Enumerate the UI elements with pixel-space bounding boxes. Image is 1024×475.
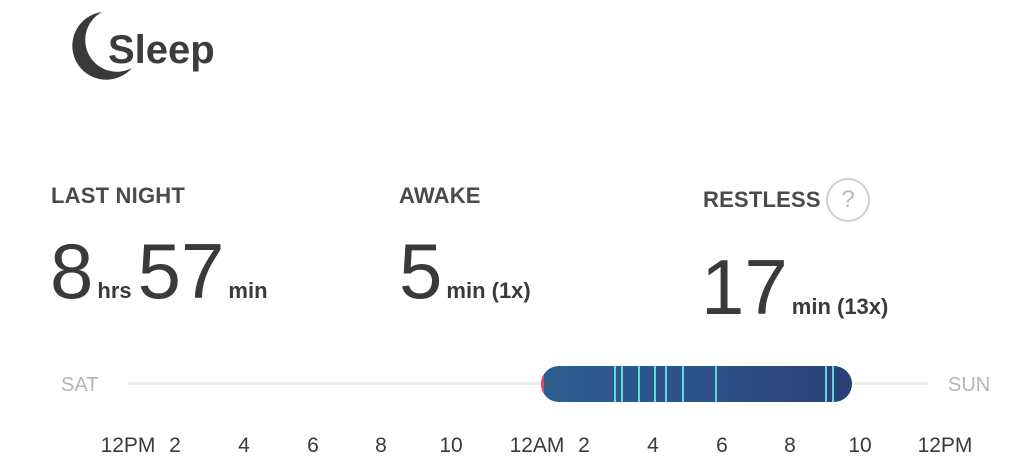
restless-marker xyxy=(614,366,616,402)
hours-value: 8 xyxy=(50,227,94,315)
start-day-label: SAT xyxy=(61,374,99,396)
time-tick: 6 xyxy=(307,434,319,457)
time-tick: 4 xyxy=(647,434,659,457)
end-day-label: SUN xyxy=(948,374,991,396)
time-tick: 12PM xyxy=(917,434,973,457)
time-tick: 8 xyxy=(375,434,387,457)
last-night-value: 8 hrs 57 min xyxy=(50,232,274,310)
time-tick: 10 xyxy=(439,434,463,457)
restless-marker xyxy=(825,366,827,402)
awake-value: 5 min (1x) xyxy=(399,232,537,310)
time-tick: 12AM xyxy=(509,434,565,457)
help-icon[interactable]: ? xyxy=(826,178,870,222)
time-tick: 10 xyxy=(848,434,872,457)
restless-value: 17 min (13x) xyxy=(701,248,894,326)
restless-marker xyxy=(665,366,667,402)
minutes-value: 57 xyxy=(137,227,225,315)
restless-marker xyxy=(832,366,834,402)
last-night-label: LAST NIGHT xyxy=(51,183,185,208)
time-tick: 2 xyxy=(578,434,590,457)
restless-marker xyxy=(638,366,640,402)
restless-marker xyxy=(621,366,623,402)
minutes-unit: min xyxy=(228,278,268,303)
awake-unit: min (1x) xyxy=(446,278,531,303)
restless-marker xyxy=(682,366,684,402)
restless-minutes: 17 xyxy=(701,243,788,331)
page-title: Sleep xyxy=(108,28,215,72)
restless-marker xyxy=(654,366,656,402)
time-tick: 4 xyxy=(238,434,250,457)
time-tick: 8 xyxy=(784,434,796,457)
time-axis: 12PM 2 4 6 8 10 12AM 2 4 6 8 10 12PM xyxy=(0,434,1024,458)
hours-unit: hrs xyxy=(97,278,132,303)
awake-marker xyxy=(541,374,544,394)
restless-label: RESTLESS xyxy=(703,187,821,212)
time-tick: 6 xyxy=(716,434,728,457)
restless-unit: min (13x) xyxy=(791,294,889,319)
time-tick: 2 xyxy=(169,434,181,457)
time-tick: 12PM xyxy=(100,434,156,457)
sleep-period-bar[interactable] xyxy=(541,366,852,402)
awake-label: AWAKE xyxy=(399,183,481,208)
awake-minutes: 5 xyxy=(399,227,443,315)
restless-marker xyxy=(715,366,717,402)
